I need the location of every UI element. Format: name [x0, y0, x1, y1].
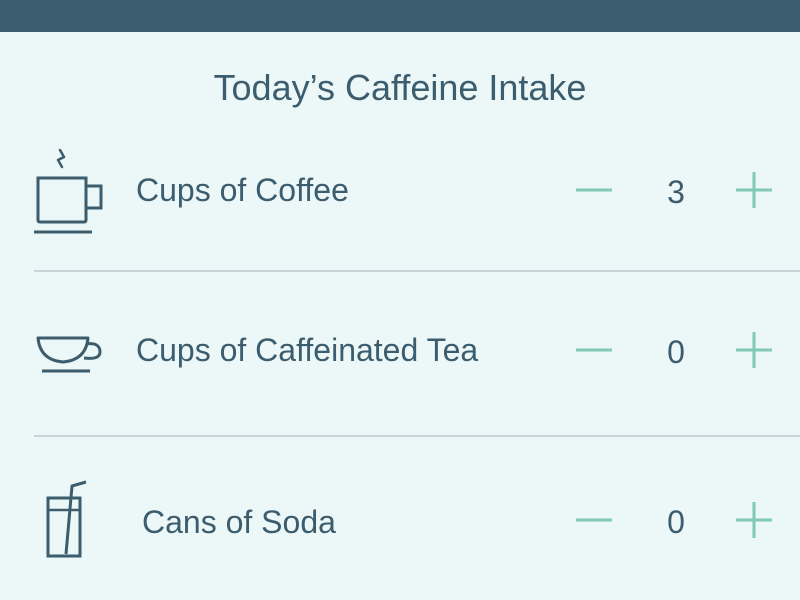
- tea-count: 0: [667, 334, 685, 370]
- teacup-icon: [34, 330, 106, 378]
- top-bar: [0, 0, 800, 32]
- item-label: Cups of Coffee: [136, 172, 349, 208]
- increment-tea-button[interactable]: [734, 330, 774, 370]
- increment-coffee-button[interactable]: [734, 170, 774, 210]
- item-label: Cans of Soda: [142, 504, 336, 540]
- page-title: Today’s Caffeine Intake: [213, 67, 587, 108]
- soda-count: 0: [667, 504, 685, 540]
- increment-soda-button[interactable]: [734, 500, 774, 540]
- coffee-count: 3: [667, 174, 685, 210]
- soda-glass-icon: [44, 480, 92, 560]
- list-contents: Cups of Coffee 3 Cups of Caffeinated Tea…: [0, 140, 800, 600]
- decrement-soda-button[interactable]: [574, 500, 614, 540]
- coffee-mug-icon: [32, 148, 106, 236]
- decrement-tea-button[interactable]: [574, 330, 614, 370]
- decrement-coffee-button[interactable]: [574, 170, 614, 210]
- item-label: Cups of Caffeinated Tea: [136, 332, 479, 368]
